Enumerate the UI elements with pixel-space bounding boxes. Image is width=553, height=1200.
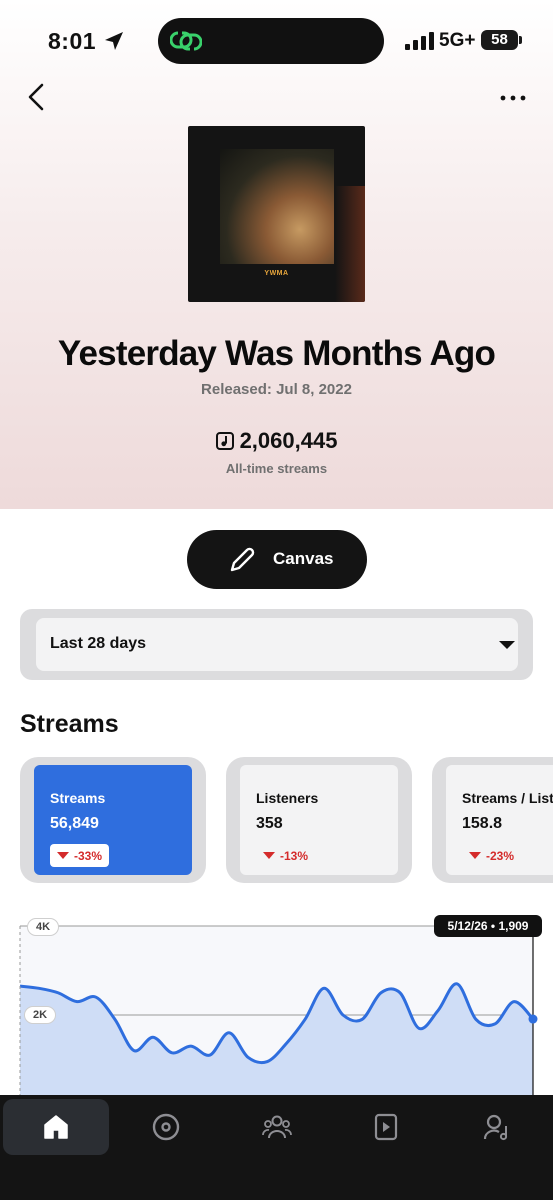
metric-card-listeners[interactable]: Listeners 358 -13% (240, 765, 398, 875)
tab-home[interactable] (3, 1099, 109, 1155)
battery-icon: 58 (481, 30, 522, 50)
down-arrow-icon (263, 852, 275, 859)
chevron-down-icon (499, 641, 515, 649)
play-square-icon (374, 1113, 398, 1141)
canvas-button[interactable]: Canvas (187, 530, 367, 589)
metric-value: 158.8 (462, 815, 503, 832)
metric-value: 56,849 (50, 815, 99, 832)
tab-audience[interactable] (223, 1099, 329, 1155)
period-select[interactable]: Last 28 days (36, 618, 518, 671)
metric-card-streams-per-listener[interactable]: Streams / Listener 158.8 -23% (446, 765, 553, 875)
down-arrow-icon (57, 852, 69, 859)
metric-value: 358 (256, 815, 283, 832)
all-time-streams: 2,060,445 (0, 428, 553, 454)
change-badge: -13% (256, 844, 315, 867)
highlight-point (528, 1014, 538, 1024)
metric-card-streams-per-listener-frame: Streams / Listener 158.8 -23% (432, 757, 553, 883)
people-icon (262, 1115, 292, 1139)
artist-icon (483, 1114, 508, 1141)
y-tick-label: 4K (27, 918, 60, 936)
status-time: 8:01 (48, 28, 97, 54)
release-title: Yesterday Was Months Ago (57, 334, 496, 373)
down-arrow-icon (469, 852, 481, 859)
album-photo (220, 149, 334, 264)
chart-tooltip: 5/12/26 • 1,909 (434, 915, 542, 937)
y-tick-label: 2K (24, 1006, 57, 1024)
section-title: Streams (20, 710, 119, 738)
metric-card-streams[interactable]: Streams 56,849 -33% (34, 765, 192, 875)
status-bar: 8:01 5G+ 58 (0, 0, 553, 80)
streams-count: 2,060,445 (239, 428, 338, 453)
metric-label: Listeners (256, 790, 319, 806)
music-note-icon (215, 432, 234, 450)
change-badge: -23% (462, 844, 521, 867)
period-select-value: Last 28 days (50, 635, 147, 652)
metric-card-listeners-frame: Listeners 358 -13% (226, 757, 412, 883)
tab-profile[interactable] (443, 1099, 549, 1155)
metric-label: Streams / Listener (462, 790, 553, 806)
tab-bar (0, 1095, 553, 1200)
canvas-button-label: Canvas (273, 549, 334, 568)
tab-video[interactable] (333, 1099, 439, 1155)
signal-icon (405, 32, 434, 50)
change-badge: -33% (50, 844, 109, 867)
network-type: 5G+ (439, 30, 476, 51)
dynamic-island (158, 18, 384, 64)
pencil-icon (230, 547, 255, 572)
tab-releases[interactable] (113, 1099, 219, 1155)
app-link-icon (170, 31, 202, 51)
home-icon (44, 1115, 68, 1139)
release-date: Released: Jul 8, 2022 (201, 381, 352, 398)
location-arrow-icon (105, 32, 123, 50)
streams-caption: All-time streams (225, 461, 328, 476)
period-select-container: Last 28 days (20, 609, 533, 680)
metric-cards: Streams 56,849 -33% Listeners 358 -13% S… (20, 757, 553, 885)
album-art: YWMA (188, 126, 365, 302)
metric-card-streams-frame: Streams 56,849 -33% (20, 757, 206, 883)
more-options-icon[interactable] (500, 92, 526, 104)
metric-label: Streams (50, 790, 106, 806)
back-icon[interactable] (24, 82, 50, 112)
disc-icon (152, 1113, 180, 1141)
album-art-label: YWMA (264, 270, 289, 277)
